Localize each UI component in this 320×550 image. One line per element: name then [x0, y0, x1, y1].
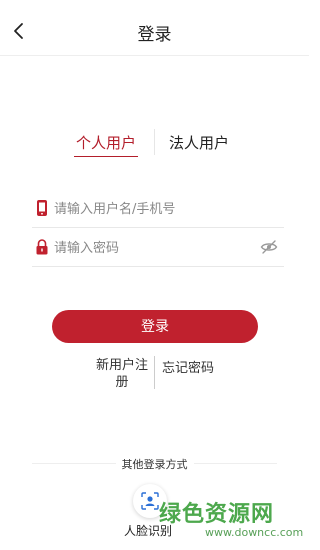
other-login-title: 其他登录方式	[0, 456, 309, 472]
tab-personal-user[interactable]: 个人用户	[74, 132, 139, 157]
tab-divider	[154, 129, 155, 155]
watermark-brand: 绿色资源网	[159, 502, 275, 527]
page-title: 登录	[137, 25, 172, 45]
phone-icon	[37, 200, 47, 216]
login-button[interactable]: 登录	[52, 310, 258, 343]
other-login-title-text: 其他登录方式	[115, 458, 194, 471]
lock-icon	[36, 239, 48, 255]
tab-legal-user[interactable]: 法人用户	[169, 132, 229, 153]
tab-personal-user-label: 个人用户	[76, 134, 137, 152]
register-link[interactable]: 新用户注册	[90, 357, 154, 391]
eye-hidden-icon[interactable]	[260, 239, 278, 255]
password-field	[32, 229, 284, 267]
top-nav-bar: 登录	[0, 0, 309, 56]
links-divider	[154, 356, 155, 389]
site-watermark: 绿色资源网 www.downcc.com	[145, 496, 305, 550]
forgot-password-link[interactable]: 忘记密码	[162, 357, 214, 376]
active-tab-underline	[74, 156, 139, 157]
username-input[interactable]	[54, 198, 254, 220]
tab-legal-user-label: 法人用户	[169, 134, 230, 152]
user-type-tabs: 个人用户 法人用户	[0, 128, 309, 168]
watermark-site: www.downcc.com	[205, 526, 304, 539]
username-field	[32, 190, 284, 228]
password-input[interactable]	[54, 237, 254, 259]
account-links: 新用户注册 忘记密码	[0, 356, 309, 396]
